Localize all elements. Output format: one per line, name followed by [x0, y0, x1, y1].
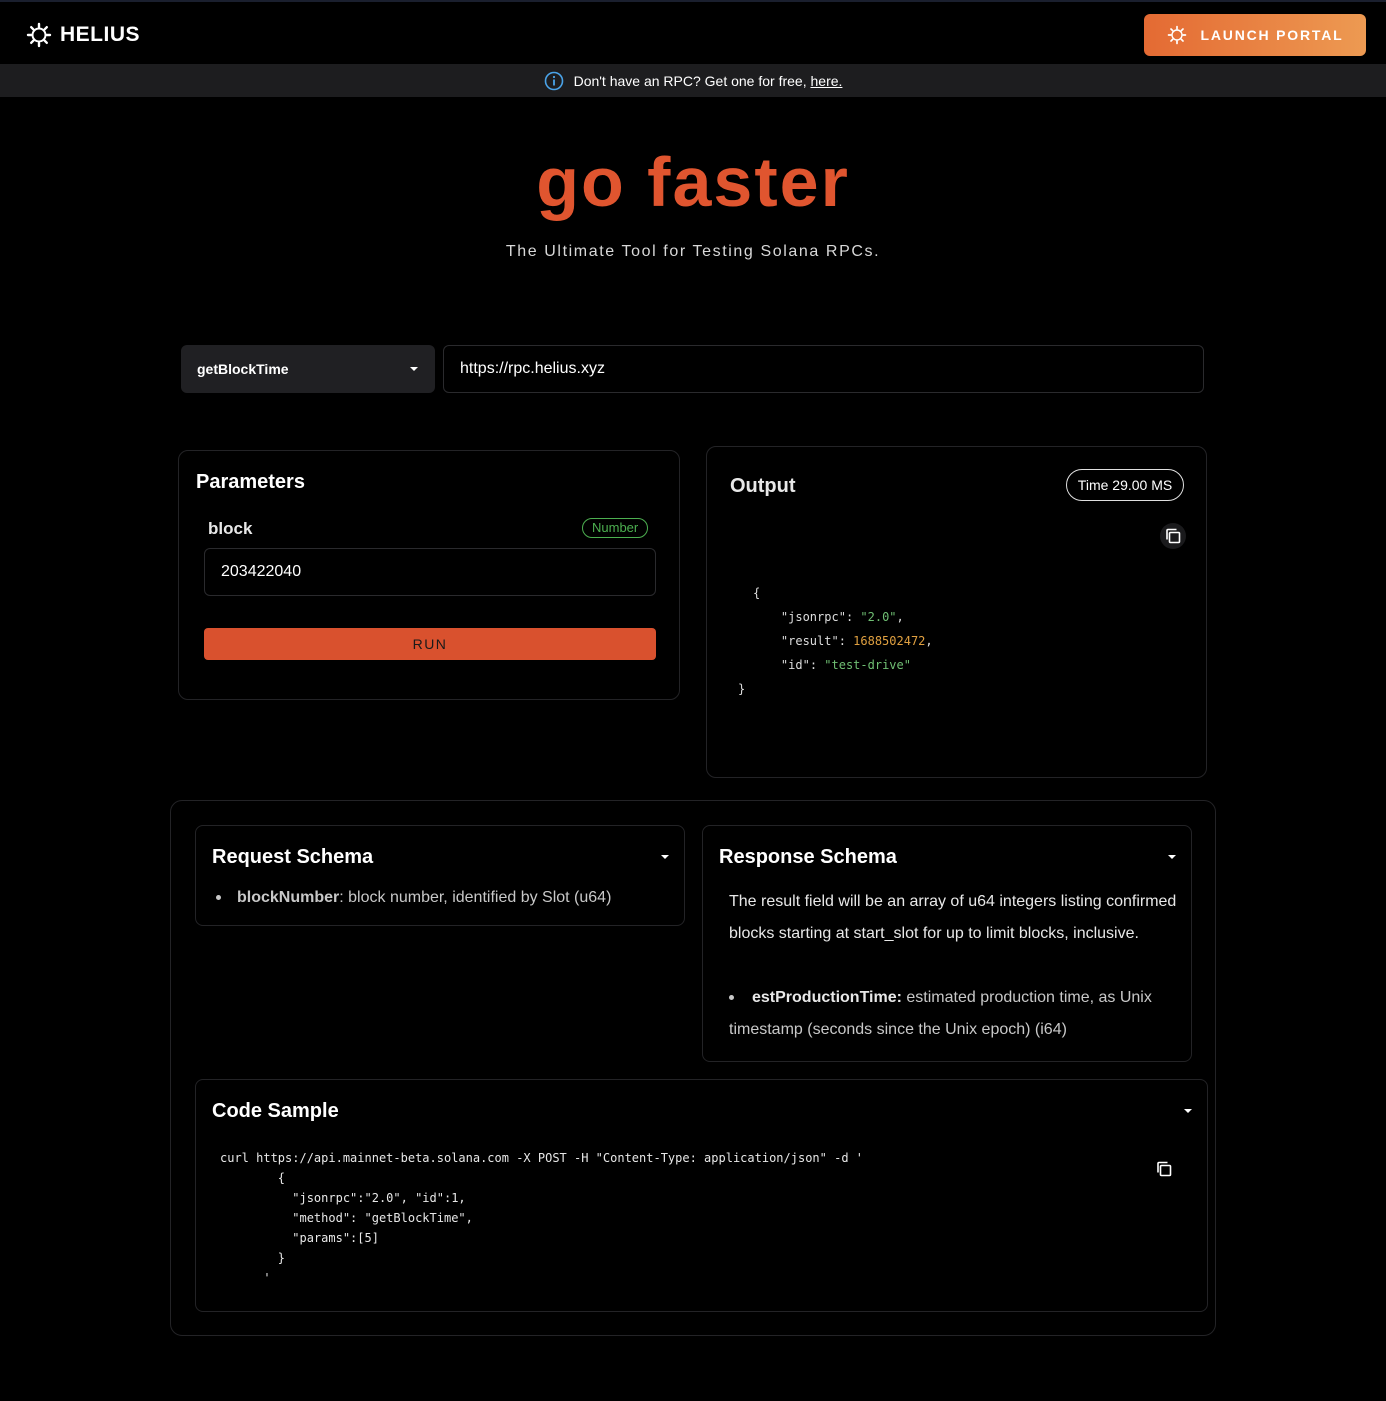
json-key: "result" [780, 634, 839, 648]
hero-title: go faster [536, 143, 850, 221]
response-schema-description: The result field will be an array of u64… [729, 893, 1177, 942]
code-sample-title: Code Sample [212, 1100, 339, 1122]
json-value: "test-drive" [824, 658, 911, 672]
request-schema-title: Request Schema [212, 846, 374, 868]
notice-bar: Don't have an RPC? Get one for free, her… [0, 64, 1386, 97]
request-schema-item: blockNumber: block number, identified by… [216, 882, 611, 914]
copy-icon [1157, 1161, 1172, 1177]
json-brace: { [753, 586, 761, 600]
method-select[interactable]: getBlockTime [181, 345, 435, 393]
response-schema-title: Response Schema [719, 846, 897, 868]
launch-portal-button[interactable]: LAUNCH PORTAL [1144, 14, 1366, 56]
response-field-name: estProductionTime: [752, 989, 902, 1006]
chevron-down-icon[interactable] [1184, 1109, 1192, 1113]
top-navbar: HELIUS LAUNCH PORTAL [0, 0, 1386, 64]
json-key: "jsonrpc" [780, 610, 846, 624]
method-select-value: getBlockTime [197, 361, 289, 377]
bullet-dot [216, 895, 221, 901]
parameters-card: Parameters block Number RUN [178, 450, 680, 700]
bullet-dot [729, 995, 734, 1001]
output-card: Output Time 29.00 MS { "jsonrpc": "2.0",… [706, 446, 1207, 778]
request-field-name: blockNumber [237, 889, 340, 906]
copy-code-button[interactable] [1151, 1156, 1177, 1182]
chevron-down-icon [410, 367, 418, 371]
info-icon [544, 71, 563, 90]
json-value: 1688502472 [853, 634, 926, 648]
param-label: block [208, 519, 253, 538]
code-sample-card[interactable]: Code Sample curl https://api.mainnet-bet… [195, 1079, 1208, 1312]
json-key: "id" [780, 658, 810, 672]
notice-text: Don't have an RPC? Get one for free, her… [573, 72, 843, 89]
chevron-down-icon[interactable] [661, 855, 669, 859]
notice-link[interactable]: here. [811, 73, 843, 89]
hero-subtitle: The Ultimate Tool for Testing Solana RPC… [505, 243, 881, 260]
helius-logo-icon [26, 22, 52, 48]
helius-logo-icon [1167, 25, 1186, 45]
code-sample-block: curl https://api.mainnet-beta.solana.com… [220, 1151, 863, 1285]
json-brace: } [738, 682, 746, 696]
response-time-badge: Time 29.00 MS [1066, 469, 1184, 501]
param-type-badge: Number [582, 518, 649, 538]
helius-logo[interactable]: HELIUS [26, 22, 140, 48]
output-title: Output [730, 475, 796, 497]
request-field-desc: : block number, identified by Slot (u64) [339, 889, 612, 906]
schema-container: Request Schema blockNumber: block number… [170, 800, 1216, 1336]
request-schema-card[interactable]: Request Schema blockNumber: block number… [195, 825, 685, 926]
copy-output-button[interactable] [1160, 523, 1186, 549]
response-schema-item: estProductionTime: estimated production … [729, 982, 1179, 1046]
response-schema-card[interactable]: Response Schema The result field will be… [702, 825, 1192, 1062]
chevron-down-icon[interactable] [1168, 855, 1176, 859]
logo-text: HELIUS [60, 23, 141, 46]
block-param-input[interactable] [204, 548, 656, 596]
output-json: { "jsonrpc": "2.0", "result": 1688502472… [738, 586, 933, 696]
launch-portal-label: LAUNCH PORTAL [1200, 27, 1344, 43]
rpc-url-input[interactable] [443, 345, 1204, 393]
run-button[interactable]: RUN [204, 628, 656, 660]
parameters-title: Parameters [196, 471, 305, 493]
copy-icon [1166, 528, 1181, 544]
json-value: "2.0" [860, 610, 897, 624]
